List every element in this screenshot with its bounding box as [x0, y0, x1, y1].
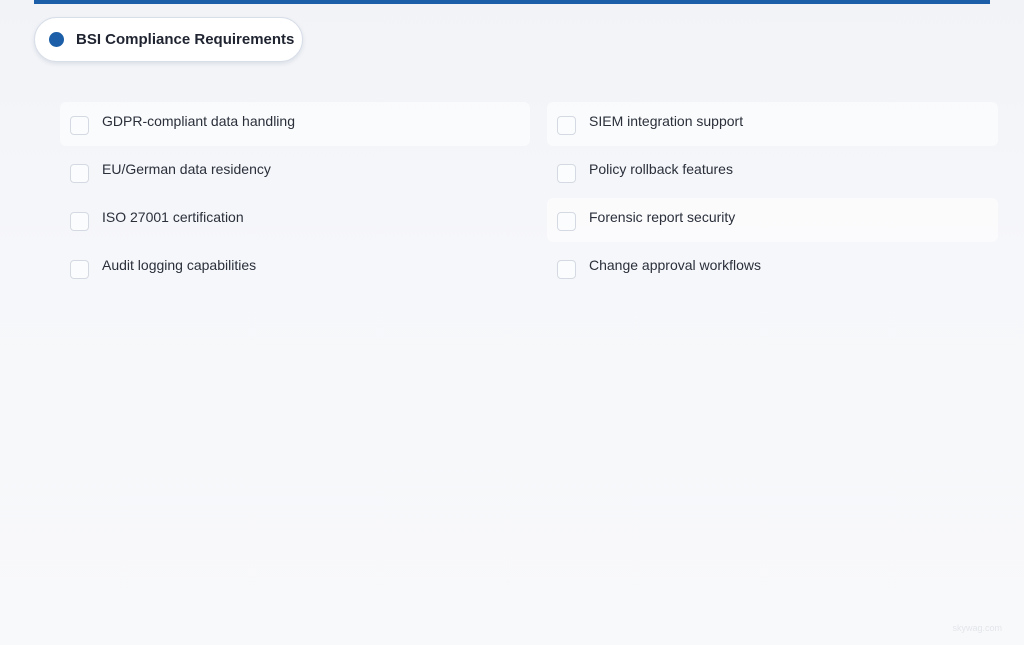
checkbox[interactable] [557, 164, 576, 183]
requirement-item-forensic-report[interactable]: Forensic report security [547, 198, 998, 242]
watermark: skywag.com [952, 623, 1002, 633]
requirement-item-siem[interactable]: SIEM integration support [547, 102, 998, 146]
section-header: BSI Compliance Requirements [34, 17, 303, 62]
requirement-label: Forensic report security [589, 209, 736, 225]
checkbox[interactable] [70, 164, 89, 183]
requirement-item-data-residency[interactable]: EU/German data residency [60, 150, 530, 194]
requirement-label: ISO 27001 certification [102, 209, 244, 225]
section-title: BSI Compliance Requirements [76, 31, 295, 48]
checkbox[interactable] [557, 116, 576, 135]
requirement-item-gdpr[interactable]: GDPR-compliant data handling [60, 102, 530, 146]
checkbox[interactable] [70, 116, 89, 135]
requirement-label: SIEM integration support [589, 113, 744, 129]
requirement-label: Policy rollback features [589, 161, 733, 177]
requirement-label: EU/German data residency [102, 161, 271, 177]
requirement-item-audit-logging[interactable]: Audit logging capabilities [60, 246, 530, 290]
checkbox[interactable] [70, 260, 89, 279]
requirement-label: Change approval workflows [589, 257, 761, 273]
requirement-label: Audit logging capabilities [102, 257, 257, 273]
checkbox[interactable] [557, 260, 576, 279]
requirement-label: GDPR-compliant data handling [102, 113, 295, 129]
requirement-item-iso-27001[interactable]: ISO 27001 certification [60, 198, 530, 242]
checkbox[interactable] [70, 212, 89, 231]
checkbox[interactable] [557, 212, 576, 231]
top-accent-bar [34, 0, 990, 4]
section-indicator-dot [49, 32, 64, 47]
requirement-item-policy-rollback[interactable]: Policy rollback features [547, 150, 998, 194]
requirement-item-change-approval[interactable]: Change approval workflows [547, 246, 998, 290]
